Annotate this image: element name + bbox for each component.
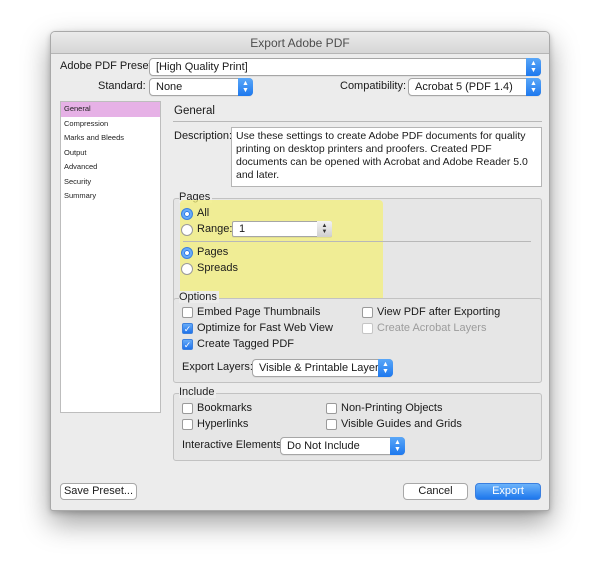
range-stepper-icon[interactable]: ▲ ▼ [317, 221, 332, 237]
export-layers-value: Visible & Printable Layers [259, 362, 385, 374]
range-value: 1 [239, 223, 246, 235]
preset-label: Adobe PDF Preset: [60, 60, 155, 72]
chevron-updown-icon: ▲ ▼ [378, 359, 393, 377]
sidebar-item-summary[interactable]: Summary [61, 189, 160, 204]
preset-value: [High Quality Print] [156, 61, 248, 73]
chevron-updown-icon: ▲ ▼ [526, 58, 541, 76]
heading-divider [173, 121, 542, 122]
description-label: Description: [174, 130, 233, 142]
sidebar-item-general[interactable]: General [61, 102, 160, 117]
radio-spreads-label: Spreads [197, 262, 238, 274]
create-tagged-checkbox[interactable]: ✓ [182, 339, 193, 350]
radio-pages-label: Pages [197, 246, 229, 258]
interactive-elements-value: Do Not Include [287, 440, 360, 452]
radio-range[interactable] [181, 224, 193, 236]
window-title: Export Adobe PDF [51, 32, 549, 54]
export-button[interactable]: Export [475, 483, 541, 500]
visible-guides-label: Visible Guides and Grids [341, 418, 462, 430]
hyperlinks-checkbox[interactable] [182, 419, 193, 430]
checkmark-icon: ✓ [183, 340, 192, 350]
embed-thumbnails-checkbox[interactable] [182, 307, 193, 318]
create-layers-label: Create Acrobat Layers [377, 322, 487, 334]
chevron-updown-icon: ▲ ▼ [526, 78, 541, 96]
options-group-title: Options [179, 291, 219, 303]
interactive-elements-select[interactable]: Do Not Include ▲ ▼ [280, 437, 405, 455]
sidebar-item-marks-and-bleeds[interactable]: Marks and Bleeds [61, 131, 160, 146]
radio-pages[interactable] [181, 247, 193, 259]
visible-guides-checkbox[interactable] [326, 419, 337, 430]
section-heading: General [174, 105, 215, 117]
interactive-elements-label: Interactive Elements: [182, 439, 285, 451]
create-layers-checkbox[interactable] [362, 323, 373, 334]
cancel-button[interactable]: Cancel [403, 483, 468, 500]
radio-all-label: All [197, 207, 210, 219]
compatibility-value: Acrobat 5 (PDF 1.4) [415, 81, 513, 93]
radio-range-label: Range: [197, 223, 233, 235]
compatibility-label: Compatibility: [340, 80, 407, 92]
save-preset-button[interactable]: Save Preset... [60, 483, 137, 500]
chevron-updown-icon: ▲ ▼ [390, 437, 405, 455]
export-layers-select[interactable]: Visible & Printable Layers ▲ ▼ [252, 359, 393, 377]
chevron-updown-icon: ▲ ▼ [238, 78, 253, 96]
view-pdf-label: View PDF after Exporting [377, 306, 501, 318]
embed-thumbnails-label: Embed Page Thumbnails [197, 306, 321, 318]
radio-spreads[interactable] [181, 263, 193, 275]
view-pdf-checkbox[interactable] [362, 307, 373, 318]
sidebar-item-security[interactable]: Security [61, 175, 160, 190]
non-printing-checkbox[interactable] [326, 403, 337, 414]
hyperlinks-label: Hyperlinks [197, 418, 249, 430]
preset-select[interactable]: [High Quality Print] ▲ ▼ [149, 58, 541, 76]
standard-select[interactable]: None ▲ ▼ [149, 78, 253, 96]
description-text: Use these settings to create Adobe PDF d… [231, 127, 542, 187]
sidebar-item-compression[interactable]: Compression [61, 117, 160, 132]
bookmarks-label: Bookmarks [197, 402, 253, 414]
bookmarks-checkbox[interactable] [182, 403, 193, 414]
include-group-title: Include [179, 386, 217, 398]
optimize-web-label: Optimize for Fast Web View [197, 322, 333, 334]
export-pdf-dialog: Export Adobe PDF Adobe PDF Preset: [High… [50, 31, 550, 511]
create-tagged-label: Create Tagged PDF [197, 338, 295, 350]
non-printing-label: Non-Printing Objects [341, 402, 443, 414]
optimize-web-checkbox[interactable]: ✓ [182, 323, 193, 334]
standard-value: None [156, 81, 183, 93]
radio-all[interactable] [181, 208, 193, 220]
sidebar-item-advanced[interactable]: Advanced [61, 160, 160, 175]
compatibility-select[interactable]: Acrobat 5 (PDF 1.4) ▲ ▼ [408, 78, 541, 96]
export-layers-label: Export Layers: [182, 361, 253, 373]
pages-divider [183, 241, 531, 242]
sidebar-item-output[interactable]: Output [61, 146, 160, 161]
standard-label: Standard: [98, 80, 146, 92]
range-input[interactable]: 1 ▲ ▼ [232, 221, 332, 237]
category-sidebar: General Compression Marks and Bleeds Out… [60, 101, 161, 413]
checkmark-icon: ✓ [183, 324, 192, 334]
